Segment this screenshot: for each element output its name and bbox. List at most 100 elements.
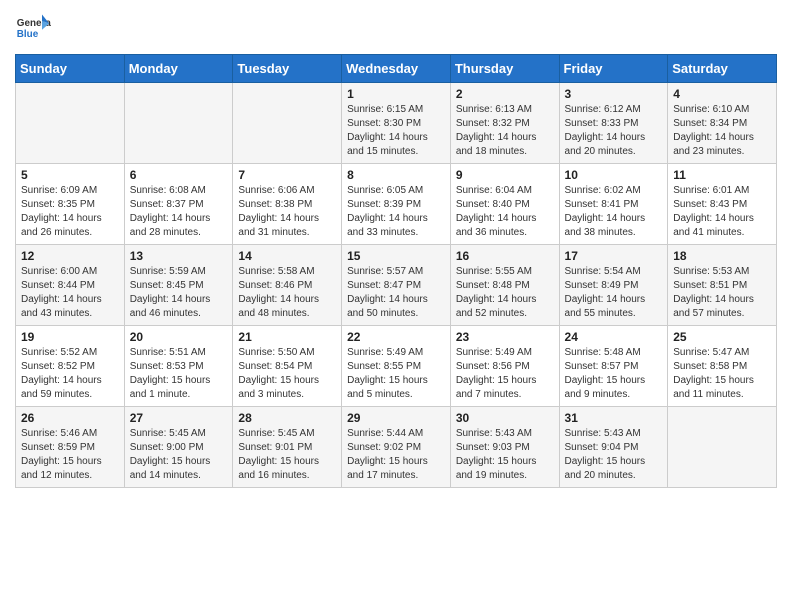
day-cell: 22 Sunrise: 5:49 AM Sunset: 8:55 PM Dayli… <box>342 326 451 407</box>
day-cell: 25 Sunrise: 5:47 AM Sunset: 8:58 PM Dayli… <box>668 326 777 407</box>
day-number: 26 <box>21 411 119 425</box>
week-row-4: 19 Sunrise: 5:52 AM Sunset: 8:52 PM Dayli… <box>16 326 777 407</box>
header-day-thursday: Thursday <box>450 55 559 83</box>
day-number: 6 <box>130 168 228 182</box>
day-number: 18 <box>673 249 771 263</box>
week-row-5: 26Sunrise: 5:46 AM Sunset: 8:59 PM Dayli… <box>16 407 777 488</box>
day-info: Sunrise: 6:06 AM Sunset: 8:38 PM Dayligh… <box>238 184 336 240</box>
day-info: Sunrise: 6:02 AM Sunset: 8:41 PM Dayligh… <box>565 184 663 240</box>
day-info: Sunrise: 5:58 AM Sunset: 8:46 PM Dayligh… <box>238 265 336 321</box>
week-row-1: 1Sunrise: 6:15 AM Sunset: 8:30 PM Daylig… <box>16 83 777 164</box>
day-info: Sunrise: 5:45 AM Sunset: 9:00 PM Dayligh… <box>130 427 228 483</box>
day-number: 11 <box>673 168 771 182</box>
day-cell: 2 Sunrise: 6:13 AM Sunset: 8:32 PM Daylig… <box>450 83 559 164</box>
svg-text:Blue: Blue <box>17 29 39 40</box>
day-cell: 17Sunrise: 5:54 AM Sunset: 8:49 PM Dayli… <box>559 245 668 326</box>
day-number: 14 <box>238 249 336 263</box>
day-cell: 24Sunrise: 5:48 AM Sunset: 8:57 PM Dayli… <box>559 326 668 407</box>
day-info: Sunrise: 6:13 AM Sunset: 8:32 PM Dayligh… <box>456 103 554 159</box>
day-info: Sunrise: 5:59 AM Sunset: 8:45 PM Dayligh… <box>130 265 228 321</box>
day-cell: 5Sunrise: 6:09 AM Sunset: 8:35 PM Daylig… <box>16 164 125 245</box>
day-number: 29 <box>347 411 445 425</box>
header-day-monday: Monday <box>124 55 233 83</box>
day-info: Sunrise: 6:01 AM Sunset: 8:43 PM Dayligh… <box>673 184 771 240</box>
day-number: 3 <box>565 87 663 101</box>
day-number: 25 <box>673 330 771 344</box>
day-cell <box>16 83 125 164</box>
day-cell <box>668 407 777 488</box>
week-row-2: 5Sunrise: 6:09 AM Sunset: 8:35 PM Daylig… <box>16 164 777 245</box>
day-info: Sunrise: 5:49 AM Sunset: 8:55 PM Dayligh… <box>347 346 445 402</box>
header-row: SundayMondayTuesdayWednesdayThursdayFrid… <box>16 55 777 83</box>
header-day-friday: Friday <box>559 55 668 83</box>
day-number: 22 <box>347 330 445 344</box>
day-number: 7 <box>238 168 336 182</box>
day-number: 19 <box>21 330 119 344</box>
day-number: 13 <box>130 249 228 263</box>
day-number: 23 <box>456 330 554 344</box>
day-cell: 10 Sunrise: 6:02 AM Sunset: 8:41 PM Dayli… <box>559 164 668 245</box>
day-number: 20 <box>130 330 228 344</box>
day-info: Sunrise: 5:43 AM Sunset: 9:04 PM Dayligh… <box>565 427 663 483</box>
day-number: 9 <box>456 168 554 182</box>
day-number: 30 <box>456 411 554 425</box>
day-info: Sunrise: 5:51 AM Sunset: 8:53 PM Dayligh… <box>130 346 228 402</box>
day-number: 27 <box>130 411 228 425</box>
day-info: Sunrise: 5:54 AM Sunset: 8:49 PM Dayligh… <box>565 265 663 321</box>
day-info: Sunrise: 5:48 AM Sunset: 8:57 PM Dayligh… <box>565 346 663 402</box>
day-cell: 14 Sunrise: 5:58 AM Sunset: 8:46 PM Dayli… <box>233 245 342 326</box>
day-number: 16 <box>456 249 554 263</box>
day-cell: 31 Sunrise: 5:43 AM Sunset: 9:04 PM Dayli… <box>559 407 668 488</box>
day-number: 31 <box>565 411 663 425</box>
day-info: Sunrise: 6:04 AM Sunset: 8:40 PM Dayligh… <box>456 184 554 240</box>
header-day-tuesday: Tuesday <box>233 55 342 83</box>
day-cell: 18 Sunrise: 5:53 AM Sunset: 8:51 PM Dayli… <box>668 245 777 326</box>
day-cell: 28 Sunrise: 5:45 AM Sunset: 9:01 PM Dayli… <box>233 407 342 488</box>
day-info: Sunrise: 5:53 AM Sunset: 8:51 PM Dayligh… <box>673 265 771 321</box>
day-info: Sunrise: 6:08 AM Sunset: 8:37 PM Dayligh… <box>130 184 228 240</box>
day-info: Sunrise: 6:09 AM Sunset: 8:35 PM Dayligh… <box>21 184 119 240</box>
calendar-header: SundayMondayTuesdayWednesdayThursdayFrid… <box>16 55 777 83</box>
day-info: Sunrise: 6:10 AM Sunset: 8:34 PM Dayligh… <box>673 103 771 159</box>
day-cell: 11 Sunrise: 6:01 AM Sunset: 8:43 PM Dayli… <box>668 164 777 245</box>
day-info: Sunrise: 5:50 AM Sunset: 8:54 PM Dayligh… <box>238 346 336 402</box>
day-cell <box>233 83 342 164</box>
day-info: Sunrise: 6:00 AM Sunset: 8:44 PM Dayligh… <box>21 265 119 321</box>
day-info: Sunrise: 5:49 AM Sunset: 8:56 PM Dayligh… <box>456 346 554 402</box>
day-info: Sunrise: 6:15 AM Sunset: 8:30 PM Dayligh… <box>347 103 445 159</box>
day-info: Sunrise: 5:45 AM Sunset: 9:01 PM Dayligh… <box>238 427 336 483</box>
day-cell: 9 Sunrise: 6:04 AM Sunset: 8:40 PM Daylig… <box>450 164 559 245</box>
day-cell: 16 Sunrise: 5:55 AM Sunset: 8:48 PM Dayli… <box>450 245 559 326</box>
day-cell: 1Sunrise: 6:15 AM Sunset: 8:30 PM Daylig… <box>342 83 451 164</box>
day-cell: 4 Sunrise: 6:10 AM Sunset: 8:34 PM Daylig… <box>668 83 777 164</box>
day-cell: 6 Sunrise: 6:08 AM Sunset: 8:37 PM Daylig… <box>124 164 233 245</box>
logo-icon: General Blue <box>15 10 51 46</box>
day-cell: 3 Sunrise: 6:12 AM Sunset: 8:33 PM Daylig… <box>559 83 668 164</box>
day-cell: 7 Sunrise: 6:06 AM Sunset: 8:38 PM Daylig… <box>233 164 342 245</box>
week-row-3: 12Sunrise: 6:00 AM Sunset: 8:44 PM Dayli… <box>16 245 777 326</box>
day-cell: 13 Sunrise: 5:59 AM Sunset: 8:45 PM Dayli… <box>124 245 233 326</box>
day-info: Sunrise: 5:47 AM Sunset: 8:58 PM Dayligh… <box>673 346 771 402</box>
calendar-body: 1Sunrise: 6:15 AM Sunset: 8:30 PM Daylig… <box>16 83 777 488</box>
header: General Blue <box>15 10 777 46</box>
day-info: Sunrise: 6:05 AM Sunset: 8:39 PM Dayligh… <box>347 184 445 240</box>
day-cell <box>124 83 233 164</box>
day-number: 4 <box>673 87 771 101</box>
day-cell: 29Sunrise: 5:44 AM Sunset: 9:02 PM Dayli… <box>342 407 451 488</box>
day-info: Sunrise: 5:52 AM Sunset: 8:52 PM Dayligh… <box>21 346 119 402</box>
header-day-saturday: Saturday <box>668 55 777 83</box>
day-cell: 8 Sunrise: 6:05 AM Sunset: 8:39 PM Daylig… <box>342 164 451 245</box>
page: General Blue SundayMondayTuesdayWednesda… <box>0 0 792 503</box>
day-number: 10 <box>565 168 663 182</box>
day-number: 28 <box>238 411 336 425</box>
day-number: 2 <box>456 87 554 101</box>
day-info: Sunrise: 5:57 AM Sunset: 8:47 PM Dayligh… <box>347 265 445 321</box>
day-info: Sunrise: 5:55 AM Sunset: 8:48 PM Dayligh… <box>456 265 554 321</box>
day-number: 8 <box>347 168 445 182</box>
day-cell: 26Sunrise: 5:46 AM Sunset: 8:59 PM Dayli… <box>16 407 125 488</box>
day-info: Sunrise: 5:43 AM Sunset: 9:03 PM Dayligh… <box>456 427 554 483</box>
day-cell: 12Sunrise: 6:00 AM Sunset: 8:44 PM Dayli… <box>16 245 125 326</box>
day-info: Sunrise: 6:12 AM Sunset: 8:33 PM Dayligh… <box>565 103 663 159</box>
logo: General Blue <box>15 10 55 46</box>
header-day-wednesday: Wednesday <box>342 55 451 83</box>
